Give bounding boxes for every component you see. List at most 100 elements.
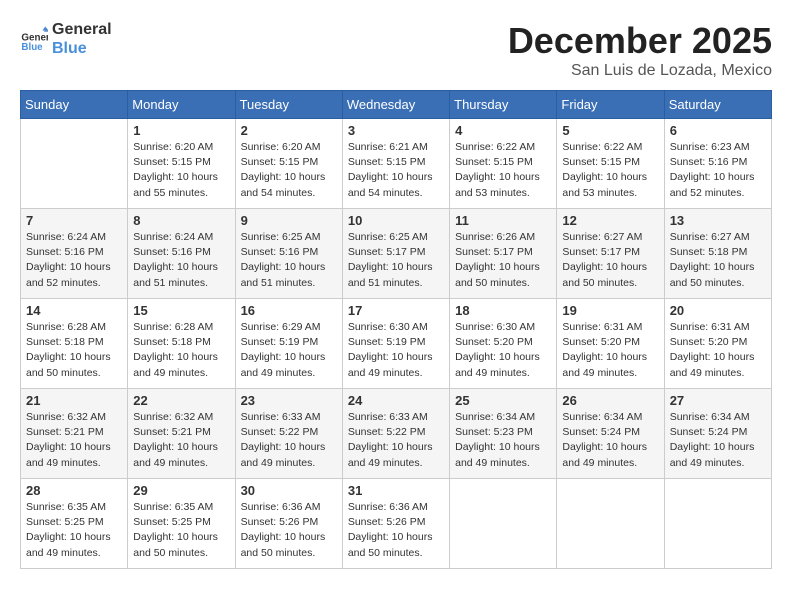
day-number: 25 (455, 393, 551, 408)
calendar-cell: 2 Sunrise: 6:20 AM Sunset: 5:15 PM Daylig… (235, 119, 342, 209)
day-info: Sunrise: 6:36 AM Sunset: 5:26 PM Dayligh… (241, 500, 337, 561)
day-number: 10 (348, 213, 444, 228)
day-number: 2 (241, 123, 337, 138)
calendar-cell: 9Sunrise: 6:25 AM Sunset: 5:16 PM Daylig… (235, 209, 342, 299)
day-number: 27 (670, 393, 766, 408)
calendar-cell: 20Sunrise: 6:31 AM Sunset: 5:20 PM Dayli… (664, 299, 771, 389)
logo-blue: Blue (52, 39, 112, 58)
day-info: Sunrise: 6:30 AM Sunset: 5:19 PM Dayligh… (348, 320, 444, 381)
weekday-row: SundayMondayTuesdayWednesdayThursdayFrid… (21, 91, 772, 119)
day-number: 12 (562, 213, 658, 228)
day-info: Sunrise: 6:29 AM Sunset: 5:19 PM Dayligh… (241, 320, 337, 381)
logo: General Blue General Blue (20, 20, 112, 58)
week-row-1: 1Sunrise: 6:20 AM Sunset: 5:15 PM Daylig… (21, 119, 772, 209)
day-info: Sunrise: 6:32 AM Sunset: 5:21 PM Dayligh… (26, 410, 122, 471)
day-info: Sunrise: 6:32 AM Sunset: 5:21 PM Dayligh… (133, 410, 229, 471)
week-row-2: 7 Sunrise: 6:24 AM Sunset: 5:16 PM Daylig… (21, 209, 772, 299)
calendar-cell: 21 Sunrise: 6:32 AM Sunset: 5:21 PM Dayli… (21, 389, 128, 479)
day-info: Sunrise: 6:30 AM Sunset: 5:20 PM Dayligh… (455, 320, 551, 381)
day-number: 6 (670, 123, 766, 138)
day-number: 23 (241, 393, 337, 408)
day-number: 26 (562, 393, 658, 408)
day-number: 13 (670, 213, 766, 228)
day-number: 18 (455, 303, 551, 318)
week-row-4: 21 Sunrise: 6:32 AM Sunset: 5:21 PM Dayli… (21, 389, 772, 479)
day-number: 15 (133, 303, 229, 318)
day-info: Sunrise: 6:34 AM Sunset: 5:24 PM Dayligh… (562, 410, 658, 471)
calendar-cell: 31 Sunrise: 6:36 AM Sunset: 5:26 PM Dayli… (342, 479, 449, 569)
day-number: 28 (26, 483, 122, 498)
weekday-header-wednesday: Wednesday (342, 91, 449, 119)
calendar-cell: 5 Sunrise: 6:22 AM Sunset: 5:15 PM Daylig… (557, 119, 664, 209)
day-info: Sunrise: 6:22 AM Sunset: 5:15 PM Dayligh… (455, 140, 551, 201)
day-number: 17 (348, 303, 444, 318)
calendar-cell: 10Sunrise: 6:25 AM Sunset: 5:17 PM Dayli… (342, 209, 449, 299)
calendar-cell: 14 Sunrise: 6:28 AM Sunset: 5:18 PM Dayli… (21, 299, 128, 389)
calendar-cell: 3 Sunrise: 6:21 AM Sunset: 5:15 PM Daylig… (342, 119, 449, 209)
day-number: 21 (26, 393, 122, 408)
day-info: Sunrise: 6:24 AM Sunset: 5:16 PM Dayligh… (26, 230, 122, 291)
calendar-cell: 8 Sunrise: 6:24 AM Sunset: 5:16 PM Daylig… (128, 209, 235, 299)
calendar-cell: 6 Sunrise: 6:23 AM Sunset: 5:16 PM Daylig… (664, 119, 771, 209)
day-number: 31 (348, 483, 444, 498)
calendar-cell: 1Sunrise: 6:20 AM Sunset: 5:15 PM Daylig… (128, 119, 235, 209)
day-info: Sunrise: 6:33 AM Sunset: 5:22 PM Dayligh… (348, 410, 444, 471)
week-row-3: 14 Sunrise: 6:28 AM Sunset: 5:18 PM Dayli… (21, 299, 772, 389)
calendar-cell: 4 Sunrise: 6:22 AM Sunset: 5:15 PM Daylig… (450, 119, 557, 209)
day-info: Sunrise: 6:31 AM Sunset: 5:20 PM Dayligh… (562, 320, 658, 381)
calendar-cell: 26 Sunrise: 6:34 AM Sunset: 5:24 PM Dayli… (557, 389, 664, 479)
calendar-cell: 16Sunrise: 6:29 AM Sunset: 5:19 PM Dayli… (235, 299, 342, 389)
week-row-5: 28 Sunrise: 6:35 AM Sunset: 5:25 PM Dayli… (21, 479, 772, 569)
calendar-cell: 25 Sunrise: 6:34 AM Sunset: 5:23 PM Dayli… (450, 389, 557, 479)
day-number: 7 (26, 213, 122, 228)
day-number: 3 (348, 123, 444, 138)
location-title: San Luis de Lozada, Mexico (508, 62, 772, 80)
day-number: 9 (241, 213, 337, 228)
day-number: 29 (133, 483, 229, 498)
calendar-body: 1Sunrise: 6:20 AM Sunset: 5:15 PM Daylig… (21, 119, 772, 569)
weekday-header-friday: Friday (557, 91, 664, 119)
day-number: 8 (133, 213, 229, 228)
calendar-cell (557, 479, 664, 569)
logo-icon: General Blue (20, 25, 48, 53)
calendar-cell: 11 Sunrise: 6:26 AM Sunset: 5:17 PM Dayli… (450, 209, 557, 299)
day-number: 20 (670, 303, 766, 318)
calendar-cell: 17 Sunrise: 6:30 AM Sunset: 5:19 PM Dayli… (342, 299, 449, 389)
month-title: December 2025 (508, 20, 772, 62)
calendar-cell: 7 Sunrise: 6:24 AM Sunset: 5:16 PM Daylig… (21, 209, 128, 299)
weekday-header-sunday: Sunday (21, 91, 128, 119)
day-info: Sunrise: 6:26 AM Sunset: 5:17 PM Dayligh… (455, 230, 551, 291)
day-info: Sunrise: 6:27 AM Sunset: 5:17 PM Dayligh… (562, 230, 658, 291)
day-number: 30 (241, 483, 337, 498)
calendar-cell: 23 Sunrise: 6:33 AM Sunset: 5:22 PM Dayli… (235, 389, 342, 479)
weekday-header-tuesday: Tuesday (235, 91, 342, 119)
svg-text:Blue: Blue (21, 42, 43, 53)
calendar-table: SundayMondayTuesdayWednesdayThursdayFrid… (20, 90, 772, 569)
calendar-cell: 29Sunrise: 6:35 AM Sunset: 5:25 PM Dayli… (128, 479, 235, 569)
day-info: Sunrise: 6:28 AM Sunset: 5:18 PM Dayligh… (133, 320, 229, 381)
day-number: 14 (26, 303, 122, 318)
calendar-cell (664, 479, 771, 569)
calendar-cell: 19 Sunrise: 6:31 AM Sunset: 5:20 PM Dayli… (557, 299, 664, 389)
calendar-cell (450, 479, 557, 569)
calendar-cell: 12 Sunrise: 6:27 AM Sunset: 5:17 PM Dayli… (557, 209, 664, 299)
calendar-cell: 22Sunrise: 6:32 AM Sunset: 5:21 PM Dayli… (128, 389, 235, 479)
page-header: General Blue General Blue December 2025 … (20, 20, 772, 80)
day-number: 19 (562, 303, 658, 318)
day-info: Sunrise: 6:28 AM Sunset: 5:18 PM Dayligh… (26, 320, 122, 381)
calendar-cell: 18 Sunrise: 6:30 AM Sunset: 5:20 PM Dayli… (450, 299, 557, 389)
day-number: 11 (455, 213, 551, 228)
logo-general: General (52, 20, 112, 39)
day-info: Sunrise: 6:36 AM Sunset: 5:26 PM Dayligh… (348, 500, 444, 561)
day-number: 5 (562, 123, 658, 138)
day-info: Sunrise: 6:22 AM Sunset: 5:15 PM Dayligh… (562, 140, 658, 201)
day-info: Sunrise: 6:34 AM Sunset: 5:23 PM Dayligh… (455, 410, 551, 471)
day-info: Sunrise: 6:24 AM Sunset: 5:16 PM Dayligh… (133, 230, 229, 291)
day-info: Sunrise: 6:21 AM Sunset: 5:15 PM Dayligh… (348, 140, 444, 201)
day-info: Sunrise: 6:35 AM Sunset: 5:25 PM Dayligh… (26, 500, 122, 561)
day-number: 4 (455, 123, 551, 138)
day-info: Sunrise: 6:33 AM Sunset: 5:22 PM Dayligh… (241, 410, 337, 471)
day-info: Sunrise: 6:23 AM Sunset: 5:16 PM Dayligh… (670, 140, 766, 201)
day-info: Sunrise: 6:20 AM Sunset: 5:15 PM Dayligh… (241, 140, 337, 201)
calendar-cell: 28 Sunrise: 6:35 AM Sunset: 5:25 PM Dayli… (21, 479, 128, 569)
